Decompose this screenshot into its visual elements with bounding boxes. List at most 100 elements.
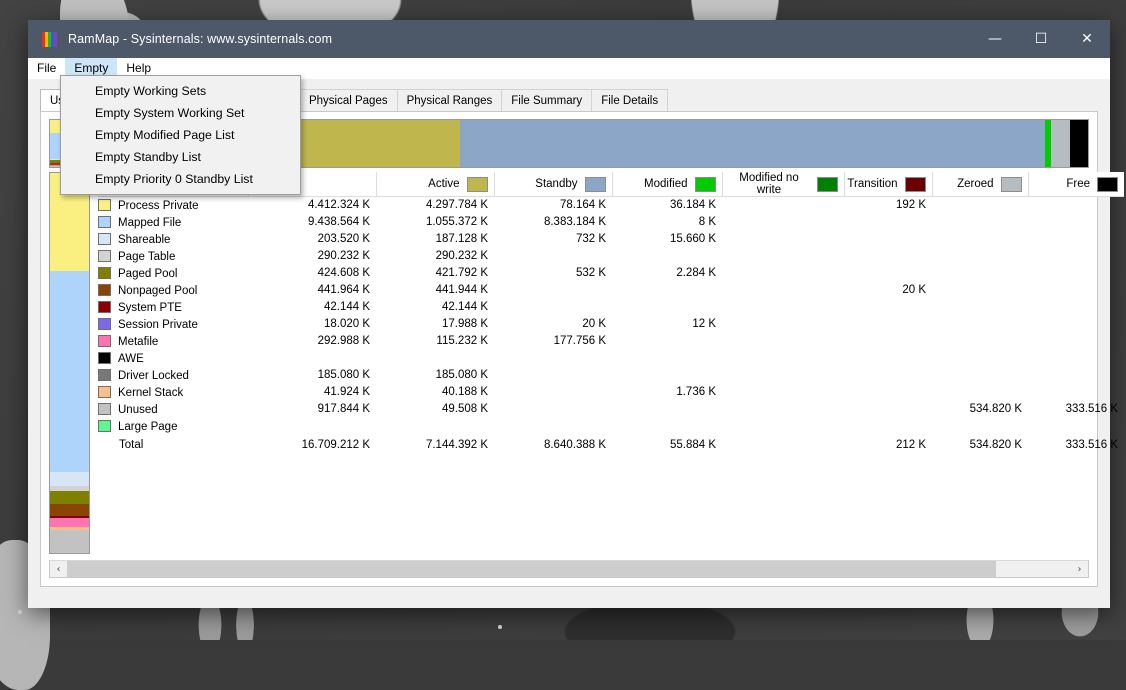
minimize-button[interactable]: — bbox=[972, 20, 1018, 58]
cell-free bbox=[1028, 214, 1124, 231]
column-header-standby[interactable]: Standby bbox=[494, 172, 612, 197]
cell-modified: 2.284 K bbox=[612, 265, 722, 282]
cell-free bbox=[1028, 316, 1124, 333]
strip-segment-paged-pool bbox=[50, 491, 89, 504]
row-color-swatch bbox=[98, 335, 111, 347]
menu-item-empty-system-working-set[interactable]: Empty System Working Set bbox=[61, 102, 300, 124]
cell-free bbox=[1028, 197, 1124, 214]
title-bar: RamMap - Sysinternals: www.sysinternals.… bbox=[28, 20, 1110, 58]
table-row[interactable]: Process Private4.412.324 K4.297.784 K78.… bbox=[98, 197, 1124, 214]
cell-transit bbox=[844, 367, 932, 384]
row-color-swatch bbox=[98, 233, 111, 245]
column-header-active[interactable]: Active bbox=[376, 172, 494, 197]
cell-modnw bbox=[722, 299, 844, 316]
row-color-swatch bbox=[98, 369, 111, 381]
column-header-zeroed[interactable]: Zeroed bbox=[932, 172, 1028, 197]
total-cell-modified: 55.884 K bbox=[612, 435, 722, 452]
cell-standby bbox=[494, 367, 612, 384]
total-cell-modnw bbox=[722, 435, 844, 452]
cell-active bbox=[376, 418, 494, 435]
left-strip-tall bbox=[49, 172, 90, 554]
table-row[interactable]: System PTE42.144 K42.144 K bbox=[98, 299, 1124, 316]
cell-active: 49.508 K bbox=[376, 401, 494, 418]
row-type-label: Nonpaged Pool bbox=[118, 285, 197, 297]
menu-item-empty-modified-page-list[interactable]: Empty Modified Page List bbox=[61, 124, 300, 146]
table-row[interactable]: Kernel Stack41.924 K40.188 K1.736 K bbox=[98, 384, 1124, 401]
row-type-cell: Mapped File bbox=[98, 214, 248, 231]
tab-physical-ranges[interactable]: Physical Ranges bbox=[397, 89, 503, 111]
column-header-label: Transition bbox=[847, 178, 897, 190]
cell-modified bbox=[612, 333, 722, 350]
summary-segment-standby bbox=[460, 120, 1045, 167]
cell-active: 187.128 K bbox=[376, 231, 494, 248]
row-color-swatch bbox=[98, 267, 111, 279]
menu-item-empty-working-sets[interactable]: Empty Working Sets bbox=[61, 80, 300, 102]
main-area: ActiveStandby Modified Modified no write Tr… bbox=[41, 168, 1097, 554]
cell-free bbox=[1028, 333, 1124, 350]
total-cell-standby: 8.640.388 K bbox=[494, 435, 612, 452]
cell-total: 203.520 K bbox=[248, 231, 376, 248]
close-button[interactable]: ✕ bbox=[1064, 20, 1110, 58]
cell-total: 42.144 K bbox=[248, 299, 376, 316]
table-row[interactable]: Shareable203.520 K187.128 K732 K15.660 K bbox=[98, 231, 1124, 248]
column-header-modified[interactable]: Modified bbox=[612, 172, 722, 197]
table-row[interactable]: Large Page bbox=[98, 418, 1124, 435]
cell-transit bbox=[844, 231, 932, 248]
table-row[interactable]: Nonpaged Pool441.964 K441.944 K20 K bbox=[98, 282, 1124, 299]
cell-modnw bbox=[722, 282, 844, 299]
cell-active bbox=[376, 350, 494, 367]
table-row[interactable]: Metafile292.988 K115.232 K177.756 K bbox=[98, 333, 1124, 350]
menu-item-empty-priority-0-standby-list[interactable]: Empty Priority 0 Standby List bbox=[61, 168, 300, 190]
column-swatch-free bbox=[1097, 177, 1118, 192]
cell-total: 424.608 K bbox=[248, 265, 376, 282]
table-body: Process Private4.412.324 K4.297.784 K78.… bbox=[98, 197, 1124, 452]
column-header-free[interactable]: Free bbox=[1028, 172, 1124, 197]
scroll-left-arrow-icon[interactable]: ‹ bbox=[50, 561, 67, 577]
strip-segment-nonpaged-pool bbox=[50, 504, 89, 517]
cell-modnw bbox=[722, 316, 844, 333]
tab-file-summary[interactable]: File Summary bbox=[501, 89, 592, 111]
maximize-button[interactable]: ☐ bbox=[1018, 20, 1064, 58]
cell-total bbox=[248, 350, 376, 367]
row-type-cell: Metafile bbox=[98, 333, 248, 350]
window-controls: — ☐ ✕ bbox=[972, 20, 1110, 58]
table-row[interactable]: Unused917.844 K49.508 K534.820 K333.516 … bbox=[98, 401, 1124, 418]
cell-transit bbox=[844, 248, 932, 265]
row-type-label: Shareable bbox=[118, 234, 170, 246]
cell-active: 4.297.784 K bbox=[376, 197, 494, 214]
table-row[interactable]: AWE bbox=[98, 350, 1124, 367]
cell-modnw bbox=[722, 197, 844, 214]
menu-item-empty-standby-list[interactable]: Empty Standby List bbox=[61, 146, 300, 168]
table-row[interactable]: Paged Pool424.608 K421.792 K532 K2.284 K bbox=[98, 265, 1124, 282]
column-header-modnw[interactable]: Modified no write bbox=[722, 172, 844, 197]
cell-modified: 36.184 K bbox=[612, 197, 722, 214]
table-row[interactable]: Session Private18.020 K17.988 K20 K12 K bbox=[98, 316, 1124, 333]
cell-free bbox=[1028, 384, 1124, 401]
cell-zeroed bbox=[932, 384, 1028, 401]
row-type-label: Session Private bbox=[118, 319, 198, 331]
scroll-track[interactable] bbox=[67, 561, 1071, 577]
cell-free bbox=[1028, 350, 1124, 367]
table-row[interactable]: Mapped File9.438.564 K1.055.372 K8.383.1… bbox=[98, 214, 1124, 231]
scroll-right-arrow-icon[interactable]: › bbox=[1071, 561, 1088, 577]
total-cell-total: 16.709.212 K bbox=[248, 435, 376, 452]
horizontal-scrollbar[interactable]: ‹ › bbox=[49, 560, 1089, 578]
empty-menu-dropdown: Empty Working Sets Empty System Working … bbox=[60, 75, 301, 195]
cell-total: 917.844 K bbox=[248, 401, 376, 418]
rammap-icon bbox=[42, 32, 58, 47]
column-header-transit[interactable]: Transition bbox=[844, 172, 932, 197]
row-color-swatch bbox=[98, 352, 111, 364]
tab-physical-pages[interactable]: Physical Pages bbox=[299, 89, 398, 111]
scroll-thumb[interactable] bbox=[67, 561, 996, 577]
cell-free: 333.516 K bbox=[1028, 401, 1124, 418]
summary-segment-free bbox=[1070, 120, 1088, 167]
column-header-label: Modified no write bbox=[729, 172, 810, 196]
table-row[interactable]: Page Table290.232 K290.232 K bbox=[98, 248, 1124, 265]
table-total-row: Total16.709.212 K7.144.392 K8.640.388 K5… bbox=[98, 435, 1124, 452]
row-color-swatch bbox=[98, 386, 111, 398]
row-type-cell: Paged Pool bbox=[98, 265, 248, 282]
tab-file-details[interactable]: File Details bbox=[591, 89, 668, 111]
cell-modnw bbox=[722, 214, 844, 231]
table-row[interactable]: Driver Locked185.080 K185.080 K bbox=[98, 367, 1124, 384]
column-header-label: Modified bbox=[644, 178, 687, 190]
